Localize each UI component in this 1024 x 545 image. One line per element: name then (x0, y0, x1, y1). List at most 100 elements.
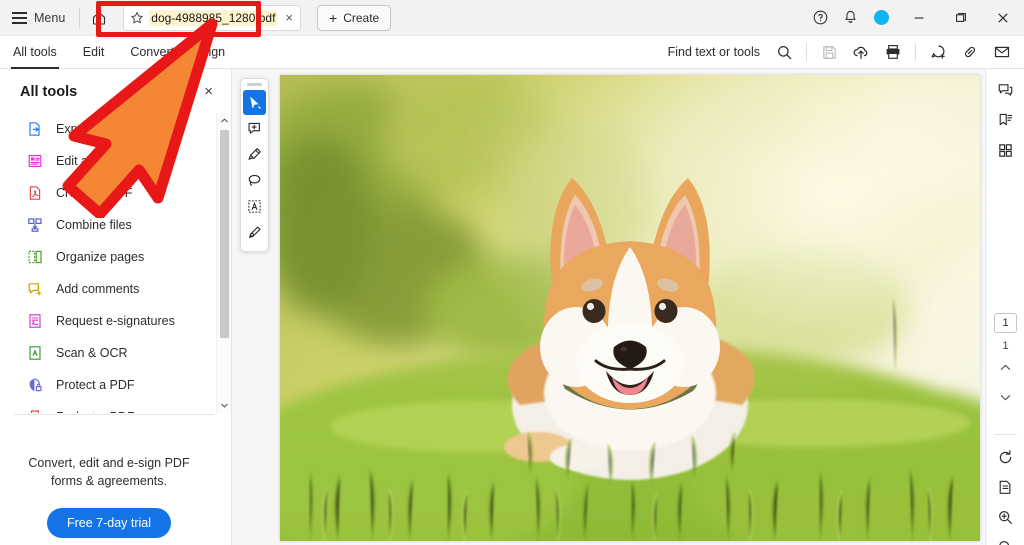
comments-panel-icon (998, 83, 1013, 96)
comment-plus-icon (248, 122, 260, 134)
sidebar-item-redact-a-pdf[interactable]: Redact a PDF (0, 401, 232, 413)
current-page-input[interactable]: 1 (994, 313, 1017, 333)
share-link-button[interactable] (954, 38, 986, 66)
trial-promo: Convert, edit and e-sign PDF forms & agr… (0, 454, 218, 539)
find-label: Find text or tools (667, 45, 760, 59)
chevron-down-icon (1000, 394, 1011, 400)
menu-button[interactable]: Menu (0, 3, 75, 33)
add-comment-tool[interactable] (243, 116, 266, 141)
sidebar-item-combine-files[interactable]: Combine files (0, 209, 232, 241)
search-button[interactable] (768, 38, 800, 66)
thumbnails-panel-button[interactable] (986, 135, 1024, 165)
sidebar-item-protect-a-pdf[interactable]: Protect a PDF (0, 369, 232, 401)
scroll-up-icon[interactable] (217, 113, 232, 128)
acrobat-window: Menu dog-4988985_1280.pdf × + Create All… (0, 0, 1024, 545)
close-button[interactable] (982, 0, 1024, 36)
save-button[interactable] (813, 38, 845, 66)
palette-drag-handle[interactable] (247, 83, 262, 86)
comments-panel-button[interactable] (986, 75, 1024, 105)
sidebar-item-label: Combine files (56, 218, 132, 232)
avatar[interactable] (874, 10, 889, 25)
tab-sign-label: Sign (200, 45, 226, 59)
tab-convert[interactable]: Convert (117, 36, 187, 69)
page-navigation: 1 1 (986, 313, 1024, 412)
divider (994, 434, 1017, 435)
stamp-tool[interactable] (243, 220, 266, 245)
divider (915, 43, 916, 61)
sidebar-item-organize-pages[interactable]: Organize pages (0, 241, 232, 273)
scroll-down-icon[interactable] (217, 398, 232, 413)
sidebar-item-request-e-signatures[interactable]: Request e-signatures (0, 305, 232, 337)
text-select-tool[interactable] (243, 194, 266, 219)
tab-convert-label: Convert (130, 45, 175, 59)
zoom-in-icon (999, 510, 1012, 524)
tab-all-tools[interactable]: All tools (0, 36, 70, 69)
text-select-icon (248, 200, 261, 213)
select-cursor-tool[interactable] (243, 90, 266, 115)
sidebar-item-export-a-pdf[interactable]: Export a PDF (0, 113, 232, 145)
scan-ocr-icon (26, 345, 43, 362)
bookmarks-panel-button[interactable] (986, 105, 1024, 135)
corgi-photo (280, 75, 980, 541)
document-tab[interactable]: dog-4988985_1280.pdf × (123, 4, 301, 31)
maximize-icon (956, 12, 966, 22)
sidebar-item-label: Redact a PDF (56, 410, 135, 413)
rail-panels-group (986, 69, 1024, 165)
scrollbar-thumb[interactable] (220, 130, 229, 338)
create-button[interactable]: + Create (317, 4, 392, 31)
promo-text: Convert, edit and e-sign PDF forms & agr… (28, 456, 190, 489)
divider (14, 414, 214, 415)
next-page-button[interactable] (986, 382, 1024, 412)
cloud-upload-button[interactable] (845, 38, 877, 66)
minimize-icon (914, 16, 924, 19)
fit-page-button[interactable] (986, 472, 1024, 502)
draw-lasso-tool[interactable] (243, 168, 266, 193)
document-viewer[interactable] (232, 69, 985, 545)
sidebar-item-add-comments[interactable]: Add comments (0, 273, 232, 305)
organize-pages-icon (26, 249, 43, 266)
print-button[interactable] (877, 38, 909, 66)
rotate-button[interactable] (986, 442, 1024, 472)
help-icon (813, 10, 827, 25)
link-icon (964, 46, 976, 58)
free-trial-button[interactable]: Free 7-day trial (46, 508, 172, 539)
sidebar-item-create-a-pdf[interactable]: Create a PDF (0, 177, 232, 209)
thumbnails-grid-icon (999, 143, 1012, 157)
highlighter-tool[interactable] (243, 142, 266, 167)
minimize-button[interactable] (898, 0, 940, 36)
zoom-out-button[interactable] (986, 532, 1024, 545)
previous-page-button[interactable] (986, 352, 1024, 382)
search-icon (777, 45, 791, 59)
total-pages-label: 1 (1002, 340, 1009, 352)
sidebar-item-label: Protect a PDF (56, 378, 135, 392)
sidebar-item-label: Scan & OCR (56, 346, 128, 360)
divider (806, 43, 807, 61)
create-label: Create (343, 10, 380, 25)
zoom-in-button[interactable] (986, 502, 1024, 532)
help-button[interactable] (805, 3, 835, 33)
tab-close-icon[interactable]: × (282, 10, 296, 25)
pdf-page (280, 75, 980, 541)
hamburger-icon (12, 11, 27, 24)
redact-pdf-icon (26, 409, 43, 413)
maximize-button[interactable] (940, 0, 982, 36)
menu-row: All tools Edit Convert Sign Find text or… (0, 36, 1024, 69)
tab-sign[interactable]: Sign (187, 36, 238, 69)
home-button[interactable] (84, 3, 114, 33)
right-rail: 1 1 (985, 69, 1024, 545)
zoom-out-icon (999, 540, 1010, 545)
sidebar-scrollbar[interactable] (216, 113, 231, 413)
sidebar-close-icon[interactable]: × (200, 81, 217, 102)
email-button[interactable] (986, 38, 1018, 66)
rotate-icon (999, 449, 1012, 463)
tab-edit[interactable]: Edit (70, 36, 118, 69)
sidebar-item-scan-and-ocr[interactable]: Scan & OCR (0, 337, 232, 369)
annotation-toolbar[interactable] (240, 78, 269, 252)
divider (79, 7, 81, 28)
chevron-up-icon (1000, 364, 1011, 370)
stamp-icon (249, 226, 261, 238)
bookmarks-panel-icon (999, 113, 1013, 125)
add-comment-button[interactable] (922, 38, 954, 66)
sidebar-item-edit-a-pdf[interactable]: Edit a PDF (0, 145, 232, 177)
notifications-button[interactable] (835, 3, 865, 33)
